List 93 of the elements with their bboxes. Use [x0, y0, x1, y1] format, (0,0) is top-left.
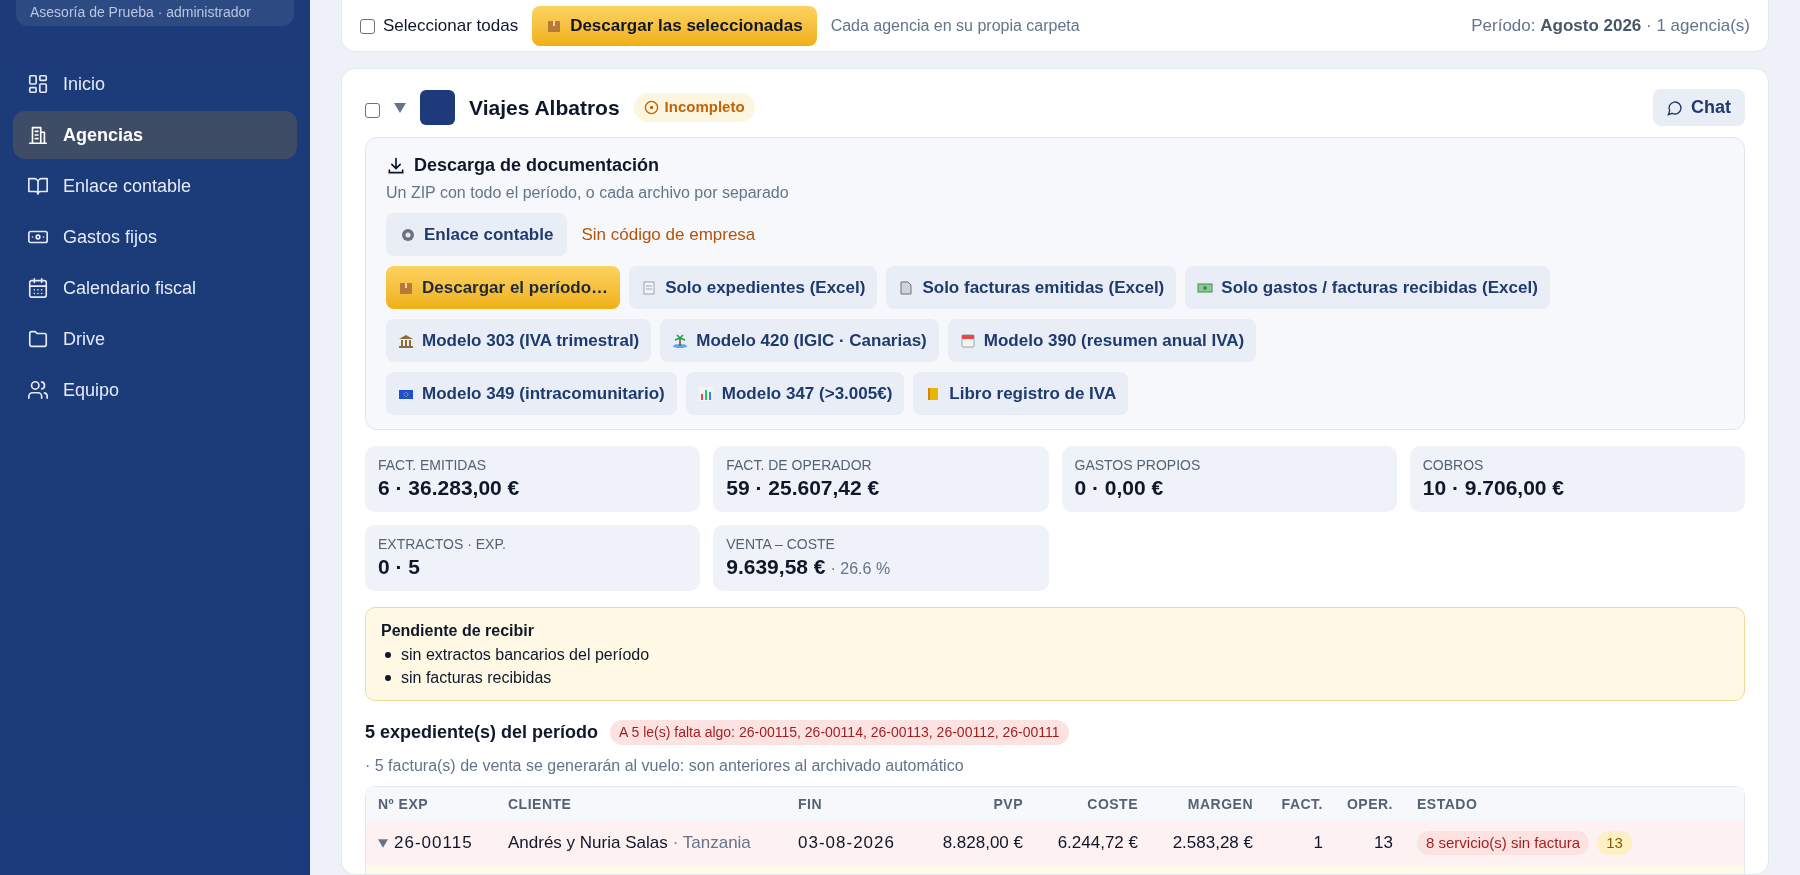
bullet-icon — [385, 674, 391, 681]
agency-logo — [420, 90, 455, 125]
users-icon — [27, 379, 49, 401]
chat-button[interactable]: Chat — [1653, 89, 1745, 126]
package-icon — [546, 18, 563, 34]
table-cell-text: 03-08-2026 — [798, 832, 896, 855]
agency-name: Viajes Albatros — [469, 94, 620, 121]
download-icon — [386, 155, 406, 176]
sidebar-item[interactable]: Enlace contable — [13, 162, 297, 210]
bank-icon — [398, 332, 414, 349]
gear-icon — [400, 226, 416, 243]
download-button[interactable]: Solo facturas emitidas (Excel) — [886, 266, 1177, 309]
sidebar-item[interactable]: Equipo — [13, 366, 297, 414]
sidebar-item[interactable]: Gastos fijos — [13, 213, 297, 261]
caret-icon[interactable] — [394, 102, 406, 113]
table-cell-text: 1 — [1312, 832, 1323, 855]
building-icon — [27, 124, 49, 146]
download-button[interactable]: Solo gastos / facturas recibidas (Excel) — [1185, 266, 1550, 309]
pending-title: Pendiente de recibir — [381, 621, 535, 641]
stat-label: GASTOS PROPIOS — [1074, 456, 1202, 474]
stat-label: EXTRACTOS · EXP. — [378, 535, 507, 553]
status-badge: Incompleto — [633, 93, 755, 122]
account-label: Asesoría de Prueba · administrador — [30, 5, 251, 19]
stat-label: FACT. DE OPERADOR — [726, 456, 873, 474]
files-title: 5 expediente(s) del período — [365, 721, 599, 744]
warning-text: Sin código de empresa — [581, 223, 756, 246]
calendar-icon — [27, 277, 49, 299]
palm-tree-icon — [672, 332, 689, 349]
stat-label: FACT. EMITIDAS — [378, 456, 488, 474]
select-all-label[interactable]: Seleccionar todas — [383, 13, 519, 39]
column-header: MARGEN — [1186, 794, 1253, 814]
files-note: · 5 factura(s) de venta se generarán al vuelo: son anteriores al archivado automático — [365, 756, 965, 776]
column-header: CLIENTE — [508, 794, 573, 814]
sidebar-item[interactable]: Calendario fiscal — [13, 264, 297, 312]
stat-value: 10 · 9.706,00 € — [1422, 475, 1565, 501]
table-cell-text: 8.828,00 € — [941, 832, 1023, 855]
sidebar-item[interactable]: Drive — [13, 315, 297, 363]
calendar-icon — [959, 332, 976, 349]
pending-item: sin extractos bancarios del período — [401, 645, 650, 665]
column-header: FACT. — [1280, 794, 1323, 814]
download-button[interactable]: Solo expedientes (Excel) — [629, 266, 878, 309]
panel-subtitle: Un ZIP con todo el período, o cada archivo por separado — [386, 183, 790, 203]
stat-value: 59 · 25.607,42 € — [726, 475, 880, 501]
chat-icon — [1667, 99, 1683, 116]
column-header: Nº EXP — [378, 794, 430, 814]
status-badge: 8 servicio(s) sin factura — [1417, 830, 1590, 856]
stat-value: 0 · 5 — [378, 554, 421, 580]
hint-text: Cada agencia en su propia carpeta — [830, 16, 1080, 36]
table-cell-text: 26-00115 — [394, 832, 473, 855]
download-button[interactable]: Modelo 349 (intracomunitario) — [386, 372, 677, 415]
pending-item: sin facturas recibidas — [401, 668, 552, 688]
table-row[interactable]: 26-00115 Andrés y Nuria Salas · Tanzania 03-08-2026 8.828,00 € 6.244,72 € 2.583,28 € 1 13 8 servicio(s) sin factura 13 — [366, 821, 1744, 865]
stat-note: · 26.6 % — [830, 559, 891, 579]
status-badge: 13 — [1597, 830, 1632, 856]
sidebar-item[interactable]: Agencias — [13, 111, 297, 159]
column-header: FIN — [798, 794, 824, 814]
alert-badge: A 5 le(s) falta algo: 26-00115, 26-00114, 26-00113, 26-00112, 26-00111 — [610, 720, 1069, 745]
download-button[interactable]: Modelo 390 (resumen anual IVA) — [947, 319, 1257, 362]
checkbox[interactable] — [365, 103, 380, 118]
stat-value: 0 · 0,00 € — [1074, 475, 1164, 501]
column-header: OPER. — [1345, 794, 1393, 814]
download-button[interactable]: Modelo 420 (IGIC · Canarias) — [660, 319, 939, 362]
table-cell-text: 6.244,72 € — [1056, 832, 1138, 855]
table-cell-text: 2.583,28 € — [1171, 832, 1253, 855]
panel-title: Descarga de documentación — [414, 154, 660, 177]
stat-label: COBROS — [1422, 456, 1485, 474]
checkbox[interactable] — [360, 18, 375, 34]
notepad-icon — [641, 279, 658, 296]
table-cell-text: 13 — [1373, 832, 1393, 855]
bar-chart-icon — [697, 385, 714, 402]
stat-label: VENTA – COSTE — [726, 535, 836, 553]
status-icon — [643, 100, 659, 115]
folder-icon — [27, 328, 49, 350]
column-header: PVP — [992, 794, 1023, 814]
bullet-icon — [385, 651, 391, 658]
caret-icon[interactable] — [378, 838, 388, 848]
grid-icon — [27, 73, 49, 95]
download-button[interactable]: Modelo 303 (IVA trimestral) — [386, 319, 652, 362]
stat-value: 9.639,58 € — [726, 554, 826, 580]
column-header: ESTADO — [1416, 794, 1479, 814]
link-button[interactable]: Enlace contable — [386, 213, 568, 256]
sidebar-item[interactable]: Inicio — [13, 60, 297, 108]
column-header: COSTE — [1086, 794, 1138, 814]
document-icon — [898, 279, 915, 296]
stat-value: 6 · 36.283,00 € — [378, 475, 520, 501]
download-button[interactable]: Libro registro de IVA — [913, 372, 1129, 415]
download-button[interactable]: Modelo 347 (>3.005€) — [685, 372, 905, 415]
download-button[interactable]: Descargar el período… — [386, 266, 621, 309]
period-text: Período: Agosto 2026 · 1 agencia(s) — [1471, 15, 1750, 38]
table-cell-text: Andrés y Nuria Salas — [508, 832, 668, 855]
book-icon — [27, 175, 49, 197]
destination-text: · Tanzania — [672, 832, 751, 855]
download-selected-button[interactable]: Descargar las seleccionadas — [532, 6, 817, 46]
